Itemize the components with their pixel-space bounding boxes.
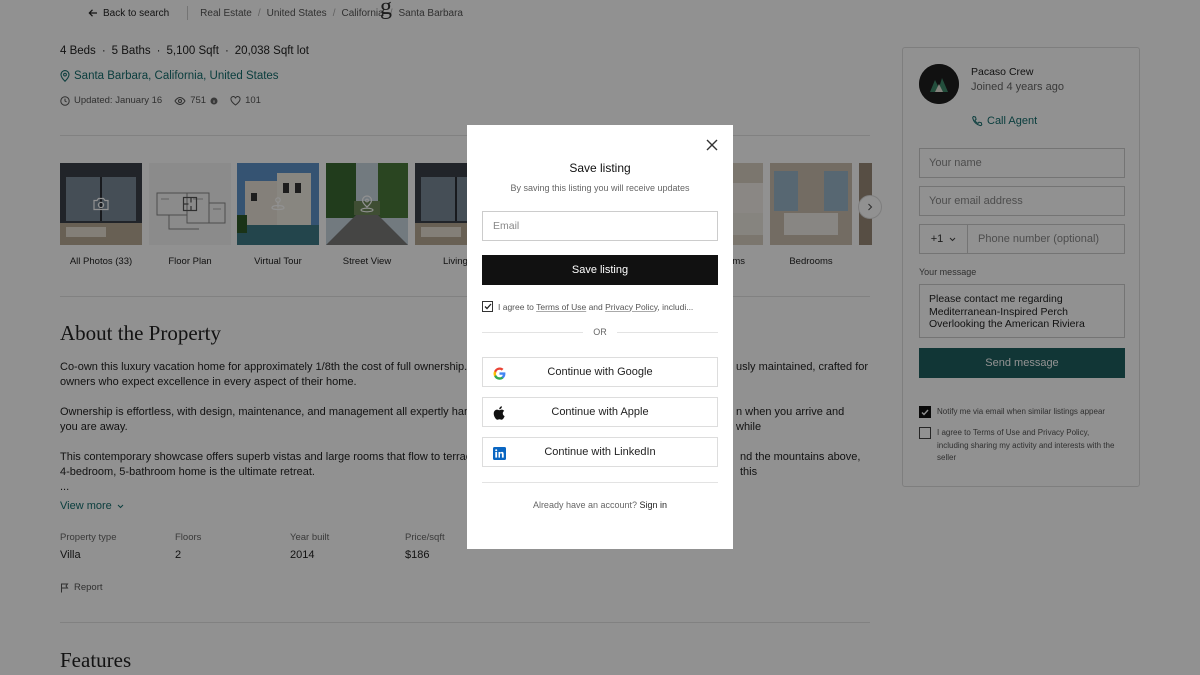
divider: [482, 482, 718, 483]
save-listing-button[interactable]: Save listing: [482, 255, 718, 285]
save-listing-modal: Save listing By saving this listing you …: [467, 125, 733, 549]
privacy-policy-link[interactable]: Privacy Policy: [605, 302, 657, 312]
checkmark-icon: [484, 303, 491, 310]
continue-with-linkedin-button[interactable]: Continue with LinkedIn: [482, 437, 718, 467]
sign-in-prompt: Already have an account? Sign in: [532, 500, 668, 510]
or-label: OR: [593, 327, 607, 337]
modal-title: Save listing: [569, 161, 631, 175]
apple-icon: [492, 406, 506, 420]
google-label: Continue with Google: [547, 366, 653, 378]
email-field[interactable]: Email: [482, 211, 718, 241]
linkedin-label: Continue with LinkedIn: [544, 446, 656, 458]
modal-subtitle: By saving this listing you will receive …: [510, 183, 690, 193]
terms-agreement: I agree to Terms of Use and Privacy Poli…: [482, 301, 693, 312]
terms-checkbox[interactable]: [482, 301, 493, 312]
linkedin-icon: [492, 446, 506, 460]
google-icon: [492, 366, 506, 380]
listing-page: Back to search Real Estate / United Stat…: [0, 0, 1200, 675]
terms-of-use-link[interactable]: Terms of Use: [536, 302, 586, 312]
close-icon[interactable]: [705, 138, 719, 152]
apple-label: Continue with Apple: [551, 406, 649, 418]
sign-in-link[interactable]: Sign in: [640, 500, 668, 510]
continue-with-google-button[interactable]: Continue with Google: [482, 357, 718, 387]
continue-with-apple-button[interactable]: Continue with Apple: [482, 397, 718, 427]
or-divider: OR: [482, 327, 718, 337]
